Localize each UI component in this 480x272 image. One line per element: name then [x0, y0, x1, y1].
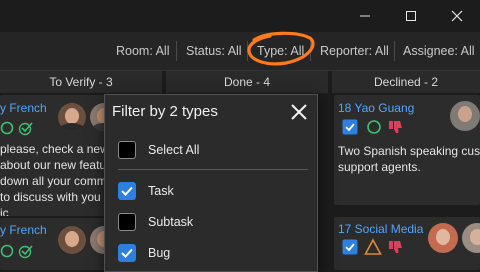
status-filter[interactable]: Status: All [186, 32, 242, 70]
status-circle-icon [0, 121, 14, 135]
card-title: y French [0, 101, 47, 115]
select-all-option[interactable]: Select All [105, 137, 317, 165]
avatar [450, 101, 480, 131]
column-declined: 18 Yao Guang Two Spanish speaking cust s… [332, 93, 480, 270]
option-label: Bug [148, 246, 171, 260]
divider [176, 41, 177, 61]
subtask-checkbox[interactable] [118, 213, 136, 231]
close-window-button[interactable] [434, 0, 480, 32]
thumbs-down-icon [389, 121, 402, 133]
card-description: Two Spanish speaking cust support agents… [338, 143, 480, 175]
card-description: please, check a new about our new featu … [0, 141, 112, 216]
column-header-done: Done - 4 [166, 71, 328, 93]
maximize-icon [406, 11, 416, 21]
thumbs-down-icon [389, 241, 402, 253]
checkmark-icon [121, 248, 133, 258]
card-text-line: support agents. [338, 160, 421, 174]
status-circle-icon [367, 120, 381, 134]
type-filter[interactable]: Type: All [257, 32, 304, 70]
avatar [58, 103, 86, 131]
divider [247, 41, 248, 61]
avatar [58, 226, 86, 254]
status-circle-icon [0, 244, 14, 258]
minimize-icon [360, 15, 370, 17]
verified-check-icon [18, 122, 33, 136]
type-option-subtask[interactable]: Subtask [105, 209, 317, 237]
card-title: 18 Yao Guang [338, 101, 415, 115]
divider [310, 41, 311, 61]
room-filter[interactable]: Room: All [116, 32, 170, 70]
verified-check-icon [18, 245, 33, 259]
title-bar [0, 0, 480, 32]
option-label: Select All [148, 143, 200, 157]
close-icon[interactable] [287, 100, 311, 124]
checkmark-icon [121, 186, 133, 196]
card-text-line: down all your comm [0, 174, 107, 188]
card-text-line: ic [0, 206, 9, 216]
task-type-icon [342, 239, 358, 255]
minimize-button[interactable] [342, 0, 388, 32]
option-label: Task [148, 184, 174, 198]
card-text-line: Two Spanish speaking cust [338, 144, 480, 158]
type-option-bug[interactable]: Bug [105, 240, 317, 268]
bug-checkbox[interactable] [118, 244, 136, 262]
type-filter-dropdown: Filter by 2 types Select All Task Subtas… [104, 94, 318, 272]
close-icon [451, 10, 463, 22]
dropdown-title: Filter by 2 types [112, 103, 218, 120]
card-title: y French [0, 223, 47, 237]
column-header-declined: Declined - 2 [332, 71, 480, 93]
filter-bar: Room: All Status: All Type: All Reporter… [0, 32, 480, 71]
avatar [428, 223, 458, 253]
column-header-to-verify: To Verify - 3 [0, 71, 162, 93]
card-text-line: about our new featu [0, 158, 107, 172]
maximize-button[interactable] [388, 0, 434, 32]
card-text-line: to discuss with you [0, 190, 101, 204]
reporter-filter[interactable]: Reporter: All [320, 32, 389, 70]
card-title: 17 Social Media [338, 222, 424, 236]
divider [394, 41, 395, 61]
type-option-task[interactable]: Task [105, 178, 317, 206]
option-label: Subtask [148, 215, 194, 229]
task-checkbox[interactable] [118, 182, 136, 200]
task-type-icon [342, 119, 358, 135]
card-text-line: please, check a new [0, 142, 109, 156]
assignee-filter[interactable]: Assignee: All [403, 32, 475, 70]
warning-triangle-icon [364, 238, 382, 255]
task-card[interactable]: 17 Social Media [334, 217, 480, 270]
divider [118, 169, 308, 170]
select-all-checkbox[interactable] [118, 141, 136, 159]
